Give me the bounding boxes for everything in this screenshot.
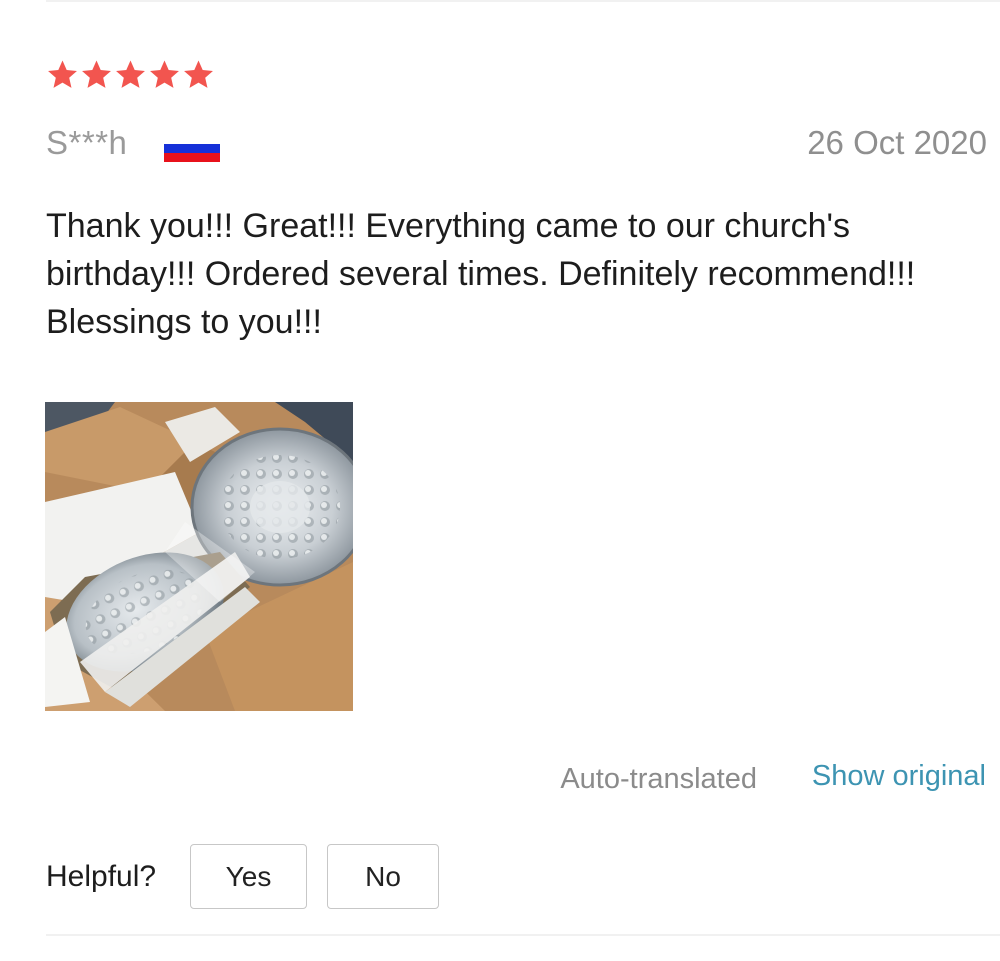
star-icon bbox=[116, 60, 145, 88]
star-icon bbox=[150, 60, 179, 88]
helpful-yes-button[interactable]: Yes bbox=[190, 844, 307, 909]
auto-translated-label: Auto-translated bbox=[560, 763, 757, 795]
flag-stripe-blue bbox=[164, 144, 220, 153]
show-original-link[interactable]: Show original bbox=[812, 760, 986, 793]
star-icon bbox=[82, 60, 111, 88]
flag-stripe-white bbox=[164, 135, 220, 144]
review-date: 26 Oct 2020 bbox=[807, 124, 987, 161]
helpful-label: Helpful? bbox=[46, 860, 157, 893]
russia-flag-icon bbox=[164, 135, 220, 162]
review-text: Thank you!!! Great!!! Everything came to… bbox=[46, 207, 916, 341]
top-divider bbox=[46, 0, 1000, 2]
helpful-no-button[interactable]: No bbox=[327, 844, 439, 909]
reviewer-name: S***h bbox=[46, 124, 128, 161]
star-icon bbox=[184, 60, 213, 88]
star-rating bbox=[46, 58, 215, 91]
bottom-divider bbox=[46, 934, 1000, 936]
review-photo-image bbox=[45, 402, 353, 711]
review-photo[interactable] bbox=[45, 402, 353, 711]
star-icon bbox=[48, 60, 77, 88]
reviewer-row: S***h 26 Oct 2020 bbox=[46, 118, 987, 168]
flag-stripe-red bbox=[164, 153, 220, 162]
